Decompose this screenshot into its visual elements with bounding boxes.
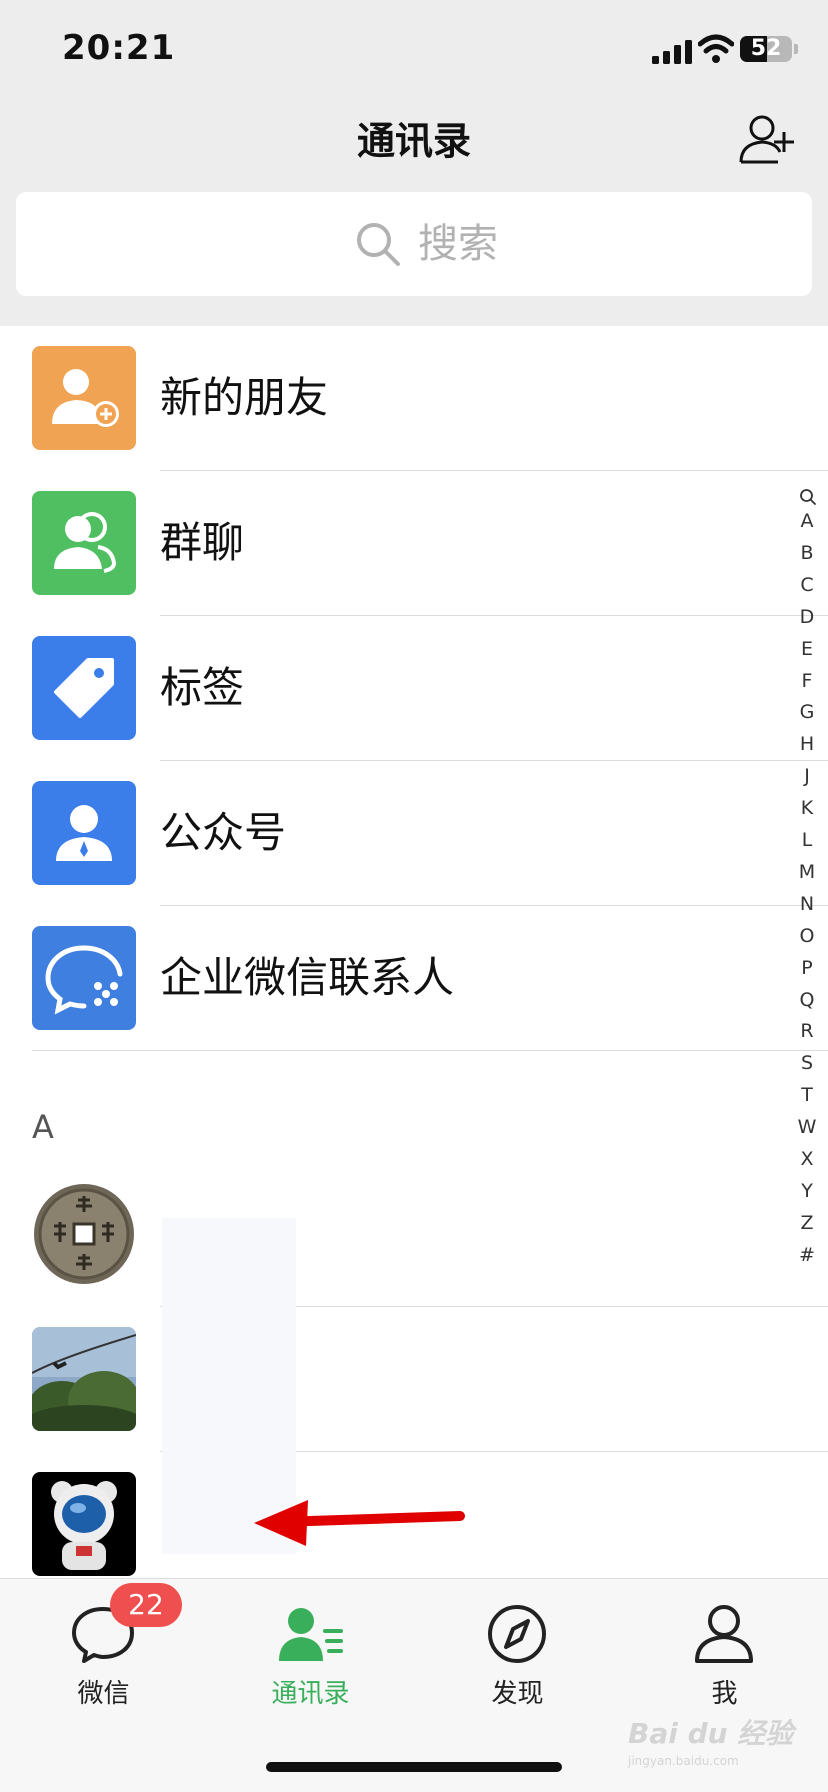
search-placeholder: 搜索 [418,221,498,267]
feature-label: 企业微信联系人 [160,953,455,1002]
index-letter-o[interactable]: O [790,925,824,947]
index-letter-f[interactable]: F [790,670,824,692]
tab-label: 微信 [77,1679,130,1709]
index-letter-q[interactable]: Q [790,989,824,1011]
feature-label: 群聊 [160,518,245,567]
index-letter-c[interactable]: C [790,574,824,596]
official-accounts-item[interactable]: 公众号 [0,761,828,906]
index-letter-l[interactable]: L [790,829,824,851]
contact-row[interactable] [0,1307,828,1452]
unread-badge: 22 [110,1583,182,1627]
tag-icon [32,636,136,740]
astronaut-bear-avatar [32,1472,136,1576]
feature-label: 标签 [160,663,245,712]
index-letter-n[interactable]: N [790,893,824,915]
search-icon[interactable] [799,488,817,506]
page-title: 通讯录 [356,119,471,163]
new-friends-item[interactable]: 新的朋友 [0,326,828,471]
official-account-icon [32,781,136,885]
tab-label: 我 [711,1679,738,1709]
index-letter-a[interactable]: A [790,510,824,532]
index-letter-d[interactable]: D [790,606,824,628]
contacts-list[interactable]: 新的朋友 群聊 标签 公众号 企业微信联系人 A [0,326,828,1578]
add-friend-icon[interactable] [738,112,798,166]
tab-label: 通讯录 [271,1679,350,1709]
index-letter-hash[interactable]: # [790,1244,824,1266]
divider [32,1050,828,1051]
red-arrow-annotation [254,1500,465,1546]
watermark-url: jingyan.baidu.com [628,1754,739,1768]
compass-icon [488,1605,546,1663]
index-letter-m[interactable]: M [790,861,824,883]
watermark-brand: Bai du 经验 [628,1717,794,1750]
search-input[interactable]: 搜索 [16,192,812,296]
status-bar: 20:21 52 [0,0,828,96]
battery-tip [794,44,798,54]
tab-label: 发现 [491,1679,544,1709]
battery-icon: 52 [740,36,792,62]
wecom-contacts-item[interactable]: 企业微信联系人 [0,906,828,1051]
feature-label: 公众号 [160,808,287,857]
new-friend-icon [32,346,136,450]
index-letter-s[interactable]: S [790,1052,824,1074]
contact-row[interactable] [0,1162,828,1307]
tab-chats[interactable]: 22 微信 [0,1579,207,1719]
index-letter-r[interactable]: R [790,1020,824,1042]
group-chats-item[interactable]: 群聊 [0,471,828,616]
index-letter-e[interactable]: E [790,638,824,660]
index-letter-j[interactable]: J [790,765,824,787]
group-chat-icon [32,491,136,595]
index-letter-h[interactable]: H [790,733,824,755]
wifi-icon [698,34,734,63]
index-letter-k[interactable]: K [790,797,824,819]
index-letter-g[interactable]: G [790,701,824,723]
wecom-icon [32,926,136,1030]
tab-contacts[interactable]: 通讯录 [207,1579,414,1719]
tab-me[interactable]: 我 [621,1579,828,1719]
cellular-signal-icon [652,40,692,64]
index-letter-z[interactable]: Z [790,1212,824,1234]
index-letter-x[interactable]: X [790,1148,824,1170]
status-time: 20:21 [62,28,176,68]
index-letter-y[interactable]: Y [790,1180,824,1202]
index-letter-w[interactable]: W [790,1116,824,1138]
battery-level: 52 [750,36,782,61]
sky-tree-avatar [32,1327,136,1431]
index-letter-p[interactable]: P [790,957,824,979]
section-header-a: A [32,1108,54,1146]
tab-discover[interactable]: 发现 [414,1579,621,1719]
search-icon [357,223,400,266]
coin-avatar [32,1182,136,1286]
home-indicator [266,1762,562,1772]
tags-item[interactable]: 标签 [0,616,828,761]
person-icon [695,1605,753,1663]
index-letter-b[interactable]: B [790,542,824,564]
feature-label: 新的朋友 [160,373,329,422]
index-letter-t[interactable]: T [790,1084,824,1106]
contacts-icon [279,1608,343,1661]
